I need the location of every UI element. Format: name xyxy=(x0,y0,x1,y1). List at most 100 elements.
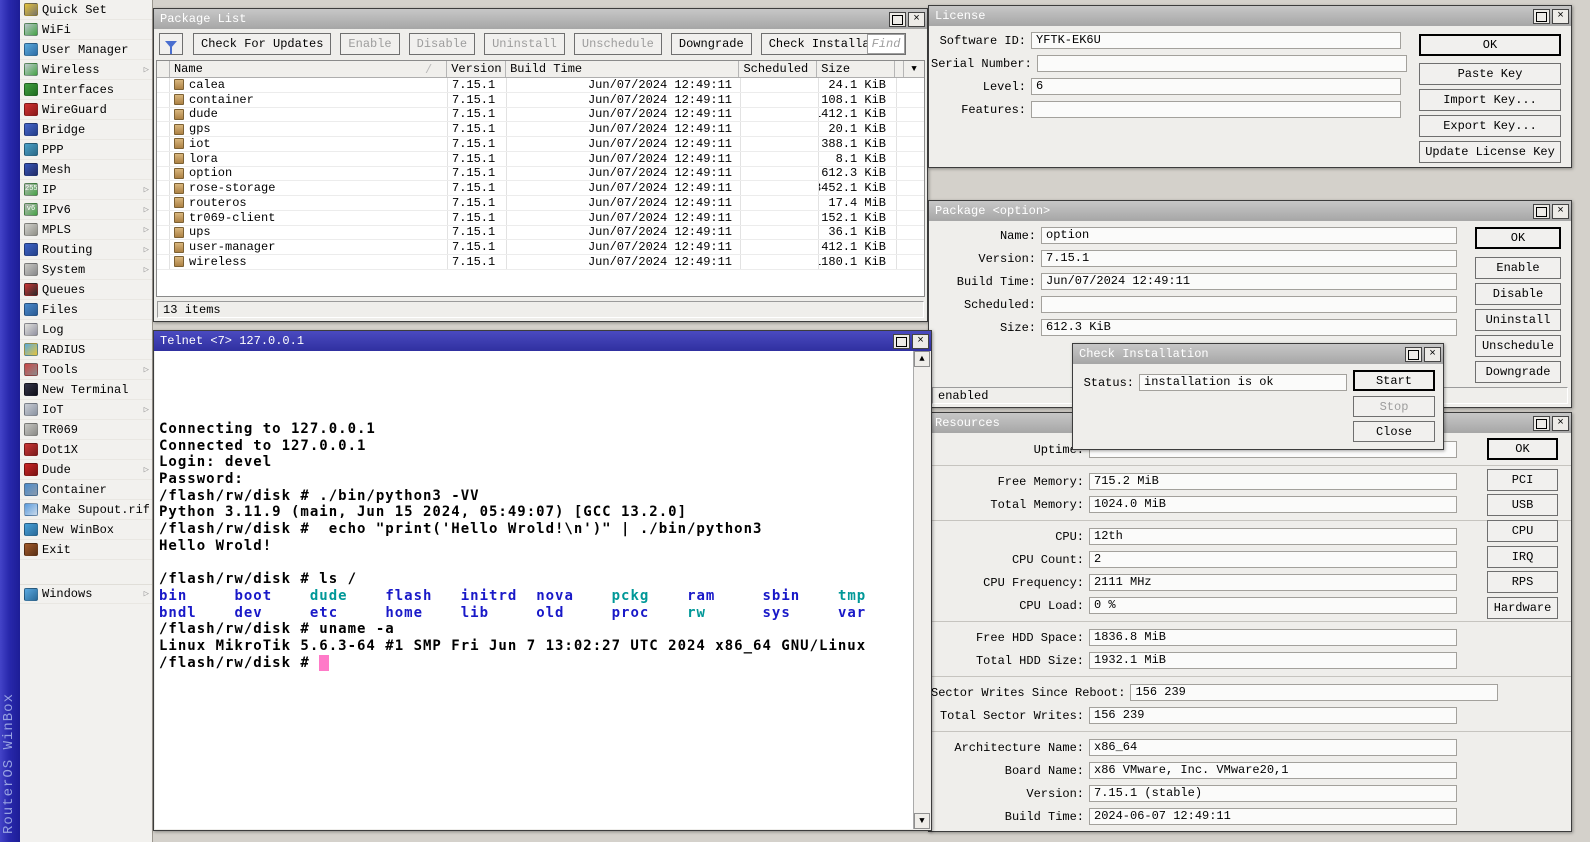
table-row[interactable]: iot7.15.1Jun/07/2024 12:49:11388.1 KiB xyxy=(157,137,924,152)
maximize-icon[interactable] xyxy=(1533,204,1550,219)
table-row[interactable]: routeros7.15.1Jun/07/2024 12:49:1117.4 M… xyxy=(157,196,924,211)
version-field[interactable]: 7.15.1 (stable) xyxy=(1089,785,1457,802)
cpu-field[interactable]: 12th xyxy=(1089,528,1457,545)
sidebar-item-queues[interactable]: Queues xyxy=(20,280,152,300)
build-time-field[interactable]: Jun/07/2024 12:49:11 xyxy=(1041,273,1457,290)
table-row[interactable]: option7.15.1Jun/07/2024 12:49:11612.3 Ki… xyxy=(157,167,924,182)
terminal-scrollbar[interactable]: ▲ ▼ xyxy=(913,351,930,829)
sidebar-item-exit[interactable]: Exit xyxy=(20,540,152,560)
column-header-build-time[interactable]: Build Time xyxy=(506,61,739,77)
package-list-titlebar[interactable]: Package List × xyxy=(154,9,927,29)
column-select-icon[interactable]: ▼ xyxy=(904,61,924,77)
column-header-scheduled[interactable]: Scheduled xyxy=(739,61,817,77)
hardware-button[interactable]: Hardware xyxy=(1487,597,1558,619)
architecture-name-field[interactable]: x86_64 xyxy=(1089,739,1457,756)
sidebar-item-new-terminal[interactable]: New Terminal xyxy=(20,380,152,400)
sidebar-item-wifi[interactable]: WiFi xyxy=(20,20,152,40)
cpu-button[interactable]: CPU xyxy=(1487,520,1558,542)
uninstall-button[interactable]: Uninstall xyxy=(1475,309,1561,331)
size-field[interactable]: 612.3 KiB xyxy=(1041,319,1457,336)
stop-button[interactable]: Stop xyxy=(1353,396,1435,417)
close-icon[interactable]: × xyxy=(1552,416,1569,431)
close-icon[interactable]: × xyxy=(1552,9,1569,24)
build-time-field[interactable]: 2024-06-07 12:49:11 xyxy=(1089,808,1457,825)
table-row[interactable]: tr069-client7.15.1Jun/07/2024 12:49:1115… xyxy=(157,211,924,226)
scroll-up-icon[interactable]: ▲ xyxy=(914,351,930,367)
close-icon[interactable]: × xyxy=(912,334,929,349)
maximize-icon[interactable] xyxy=(889,12,906,27)
export-key-button[interactable]: Export Key... xyxy=(1419,115,1561,137)
version-field[interactable]: 7.15.1 xyxy=(1041,250,1457,267)
sidebar-item-bridge[interactable]: Bridge xyxy=(20,120,152,140)
update-license-key-button[interactable]: Update License Key xyxy=(1419,141,1561,163)
serial-number-field[interactable] xyxy=(1037,55,1407,72)
sidebar-item-iot[interactable]: IoT▷ xyxy=(20,400,152,420)
sidebar-item-radius[interactable]: RADIUS xyxy=(20,340,152,360)
uninstall-button[interactable]: Uninstall xyxy=(484,33,565,55)
free-hdd-space-field[interactable]: 1836.8 MiB xyxy=(1089,629,1457,646)
close-button[interactable]: Close xyxy=(1353,421,1435,442)
sidebar-item-interfaces[interactable]: Interfaces xyxy=(20,80,152,100)
scheduled-field[interactable] xyxy=(1041,296,1457,313)
name-field[interactable]: option xyxy=(1041,227,1457,244)
filter-button[interactable] xyxy=(159,33,183,55)
free-memory-field[interactable]: 715.2 MiB xyxy=(1089,473,1457,490)
license-titlebar[interactable]: License × xyxy=(929,6,1571,26)
sidebar-item-dot1x[interactable]: Dot1X xyxy=(20,440,152,460)
check-installation-titlebar[interactable]: Check Installation × xyxy=(1073,344,1443,364)
rps-button[interactable]: RPS xyxy=(1487,571,1558,593)
table-row[interactable]: dude7.15.1Jun/07/2024 12:49:111412.1 KiB xyxy=(157,108,924,123)
sidebar-item-wireless[interactable]: Wireless▷ xyxy=(20,60,152,80)
close-icon[interactable]: × xyxy=(1552,204,1569,219)
sidebar-item-mpls[interactable]: MPLS▷ xyxy=(20,220,152,240)
maximize-icon[interactable] xyxy=(1533,9,1550,24)
usb-button[interactable]: USB xyxy=(1487,494,1558,516)
features-field[interactable] xyxy=(1031,101,1401,118)
sidebar-item-container[interactable]: Container xyxy=(20,480,152,500)
table-row[interactable]: ups7.15.1Jun/07/2024 12:49:1136.1 KiB xyxy=(157,226,924,241)
enable-button[interactable]: Enable xyxy=(1475,257,1561,279)
software-id-field[interactable]: YFTK-EK6U xyxy=(1031,32,1401,49)
pci-button[interactable]: PCI xyxy=(1487,469,1558,491)
package-option-titlebar[interactable]: Package <option> × xyxy=(929,201,1571,221)
sidebar-item-user-manager[interactable]: User Manager xyxy=(20,40,152,60)
sidebar-item-windows[interactable]: Windows▷ xyxy=(20,584,152,604)
table-row[interactable]: gps7.15.1Jun/07/2024 12:49:1120.1 KiB xyxy=(157,122,924,137)
sidebar-item-mesh[interactable]: Mesh xyxy=(20,160,152,180)
close-icon[interactable]: × xyxy=(908,12,925,27)
total-sector-writes-field[interactable]: 156 239 xyxy=(1089,707,1457,724)
unschedule-button[interactable]: Unschedule xyxy=(1475,335,1561,357)
column-header-version[interactable]: Version xyxy=(447,61,506,77)
cpu-frequency-field[interactable]: 2111 MHz xyxy=(1089,574,1457,591)
sector-writes-since-reboot-field[interactable]: 156 239 xyxy=(1130,684,1498,701)
ok-button[interactable]: OK xyxy=(1475,227,1561,249)
sidebar-item-routing[interactable]: Routing▷ xyxy=(20,240,152,260)
total-memory-field[interactable]: 1024.0 MiB xyxy=(1089,496,1457,513)
ok-button[interactable]: OK xyxy=(1419,34,1561,56)
cpu-load-field[interactable]: 0 % xyxy=(1089,597,1457,614)
sidebar-item-dude[interactable]: Dude▷ xyxy=(20,460,152,480)
table-row[interactable]: calea7.15.1Jun/07/2024 12:49:1124.1 KiB xyxy=(157,78,924,93)
sidebar-item-files[interactable]: Files xyxy=(20,300,152,320)
maximize-icon[interactable] xyxy=(1405,347,1422,362)
table-row[interactable]: user-manager7.15.1Jun/07/2024 12:49:1141… xyxy=(157,240,924,255)
disable-button[interactable]: Disable xyxy=(1475,283,1561,305)
downgrade-button[interactable]: Downgrade xyxy=(671,33,752,55)
enable-button[interactable]: Enable xyxy=(340,33,399,55)
sidebar-item-tools[interactable]: Tools▷ xyxy=(20,360,152,380)
sidebar-item-new-winbox[interactable]: New WinBox xyxy=(20,520,152,540)
sidebar-item-ipv6[interactable]: v6IPv6▷ xyxy=(20,200,152,220)
sidebar-item-ip[interactable]: 255IP▷ xyxy=(20,180,152,200)
sidebar-item-wireguard[interactable]: WireGuard xyxy=(20,100,152,120)
sidebar-item-system[interactable]: System▷ xyxy=(20,260,152,280)
sidebar-item-make-supout-rif[interactable]: Make Supout.rif xyxy=(20,500,152,520)
table-row[interactable]: lora7.15.1Jun/07/2024 12:49:118.1 KiB xyxy=(157,152,924,167)
unschedule-button[interactable]: Unschedule xyxy=(574,33,662,55)
ok-button[interactable]: OK xyxy=(1487,438,1558,460)
sidebar-item-quick-set[interactable]: Quick Set xyxy=(20,0,152,20)
board-name-field[interactable]: x86 VMware, Inc. VMware20,1 xyxy=(1089,762,1457,779)
terminal-area[interactable]: Connecting to 127.0.0.1 Connected to 127… xyxy=(155,351,913,829)
paste-key-button[interactable]: Paste Key xyxy=(1419,63,1561,85)
maximize-icon[interactable] xyxy=(893,334,910,349)
irq-button[interactable]: IRQ xyxy=(1487,546,1558,568)
